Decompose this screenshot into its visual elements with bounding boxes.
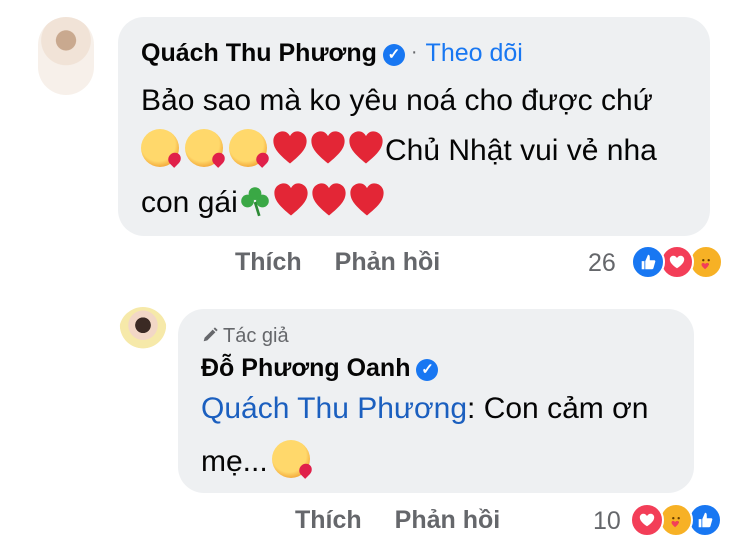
care-reaction-icon[interactable] [659,503,693,537]
care-reaction-icon[interactable] [689,245,723,279]
reply-author-name[interactable]: Đỗ Phương Oanh [201,354,410,382]
shamrock-emoji-icon [238,181,272,217]
mention-link[interactable]: Quách Thu Phương [201,392,467,425]
separator-dot: · [410,41,418,63]
pencil-icon [201,326,223,350]
kissing-face-emoji-icon [185,129,223,167]
comment-line-1: Bảo sao mà ko yêu noá cho được chứ [141,84,653,117]
reply-line-1-text: : Con cảm ơn [467,392,649,425]
comment-line-3: con gái [141,175,386,231]
love-reaction-icon[interactable] [660,245,694,279]
reply-line-2: mẹ... [201,434,310,490]
reply-actions: Thích Phản hồi [295,506,533,535]
comment-line-2: Chủ Nhật vui vẻ nha [141,123,657,179]
reply-action-button[interactable]: Phản hồi [335,248,441,276]
avatar-quach-thu-phuong[interactable] [38,17,94,95]
love-reaction-icon[interactable] [630,503,664,537]
kissing-face-emoji-icon [271,440,310,478]
red-heart-emoji-icon [348,181,386,219]
comment-author-line: Quách Thu Phương ✓ · Theo dõi [141,39,523,68]
comment-actions: Thích Phản hồi [235,248,473,277]
reply-line-2-text: mẹ... [201,445,268,478]
kissing-face-emoji-icon [141,129,179,167]
reply-line-1: Quách Thu Phương: Con cảm ơn [201,381,648,437]
reply-author-line: Đỗ Phương Oanh ✓ [201,354,439,383]
reply-action-button[interactable]: Phản hồi [395,506,501,534]
like-action-button[interactable]: Thích [295,506,362,534]
comment-line-3-text: con gái [141,186,238,219]
comment-line-2-text: Chủ Nhật vui vẻ nha [385,134,657,167]
reaction-count[interactable]: 26 [588,249,616,278]
follow-link[interactable]: Theo dõi [426,39,523,67]
kissing-face-emoji-icon [229,129,267,167]
comment-author-name[interactable]: Quách Thu Phương [141,39,377,67]
red-heart-emoji-icon [271,129,309,167]
verified-badge-icon: ✓ [382,44,405,66]
avatar-do-phuong-oanh[interactable] [119,307,167,355]
author-tag: Tác giả [201,325,289,350]
like-reaction-icon[interactable] [631,245,665,279]
red-heart-emoji-icon [347,129,385,167]
red-heart-emoji-icon [310,181,348,219]
like-reaction-icon[interactable] [688,503,722,537]
verified-badge-icon: ✓ [416,359,439,381]
like-action-button[interactable]: Thích [235,248,302,276]
red-heart-emoji-icon [272,181,310,219]
red-heart-emoji-icon [309,129,347,167]
author-tag-label: Tác giả [223,325,289,347]
reaction-count[interactable]: 10 [593,507,621,536]
